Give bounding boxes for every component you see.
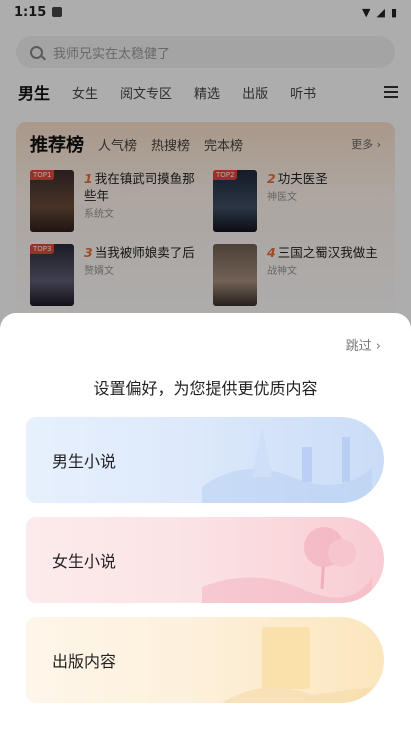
publish-content-label: 出版内容 — [52, 652, 117, 671]
skip-button[interactable]: 跳过 › — [346, 335, 381, 354]
sheet-title: 设置偏好，为您提供更优质内容 — [93, 379, 318, 398]
male-novel-option[interactable]: 男生小说 — [26, 417, 384, 503]
female-novel-option[interactable]: 女生小说 — [26, 517, 384, 603]
preference-sheet: 跳过 › 设置偏好，为您提供更优质内容 男生小说 女生小说 出版内容 — [0, 313, 411, 730]
female-novel-label: 女生小说 — [52, 552, 117, 571]
castle-illustration-icon — [202, 427, 372, 503]
tree-illustration-icon — [202, 527, 372, 603]
publish-content-option[interactable]: 出版内容 — [26, 617, 384, 703]
book-illustration-icon — [222, 627, 372, 703]
male-novel-label: 男生小说 — [52, 452, 117, 471]
